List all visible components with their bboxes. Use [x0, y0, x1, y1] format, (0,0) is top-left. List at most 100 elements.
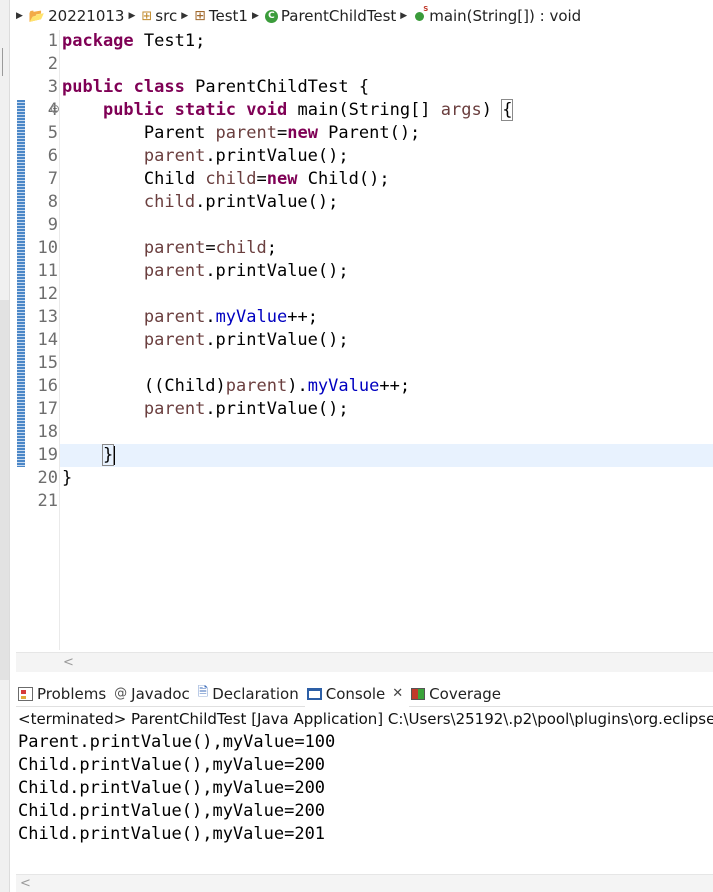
line-number: 1: [47, 31, 58, 51]
console-horizontal-scrollbar[interactable]: <: [16, 874, 713, 892]
variable: parent: [143, 399, 206, 419]
chevron-right-icon[interactable]: ▶: [181, 11, 188, 21]
keyword: public: [62, 77, 124, 97]
variable: child: [205, 169, 257, 189]
code-text: .printValue();: [205, 146, 349, 166]
keyword: new: [266, 169, 298, 189]
tab-console[interactable]: Console ✕: [304, 680, 410, 707]
line-number: 16: [37, 376, 58, 396]
console-icon: [306, 687, 322, 700]
code-line-4[interactable]: 4− public static void main(String[] args…: [48, 99, 713, 122]
javadoc-icon: @: [114, 686, 128, 701]
code-text: }: [62, 468, 73, 488]
chevron-right-icon[interactable]: ▶: [16, 11, 23, 21]
code-line-11[interactable]: 11 parent.printValue();: [38, 260, 713, 283]
code-line-5[interactable]: 5 Parent parent=new Parent();: [48, 122, 713, 145]
code-text: main(String[]: [287, 100, 441, 120]
line-number: 17: [37, 399, 58, 419]
line-number: 9: [47, 215, 58, 235]
editor-horizontal-scrollbar[interactable]: <: [59, 652, 713, 672]
code-line-14[interactable]: 14 parent.printValue();: [38, 329, 713, 352]
code-text: Child();: [297, 169, 390, 189]
code-line-21[interactable]: 21: [38, 490, 713, 513]
keyword: package: [62, 31, 134, 51]
static-method-icon: [415, 5, 428, 21]
line-number: 13: [37, 307, 58, 327]
view-tabs: Problems @ Javadoc 🗎 Declaration Console…: [16, 680, 713, 707]
problems-icon: [18, 686, 33, 701]
chevron-right-icon[interactable]: ▶: [128, 11, 135, 21]
code-text: .printValue();: [205, 261, 349, 281]
matching-brace: {: [501, 99, 514, 121]
variable: parent: [143, 238, 206, 258]
tab-label: Coverage: [429, 684, 502, 703]
breadcrumb-item-class[interactable]: C ParentChildTest: [264, 7, 396, 25]
tab-javadoc[interactable]: @ Javadoc: [112, 681, 196, 707]
code-editor[interactable]: 1 package Test1; 2 3 public class ParentCh…: [16, 30, 713, 650]
tab-label: Declaration: [212, 684, 299, 703]
code-text: =: [276, 123, 288, 143]
code-line-9[interactable]: 9: [48, 214, 713, 237]
code-line-20[interactable]: 20}: [38, 467, 713, 490]
breadcrumb-item-project[interactable]: 📂 20221013: [29, 7, 125, 25]
variable: child: [143, 192, 196, 212]
code-line-13[interactable]: 13 parent.myValue++;: [38, 306, 713, 329]
code-line-2[interactable]: 2: [48, 53, 713, 76]
code-text: Parent: [143, 123, 216, 143]
console-output-line: Parent.printValue(),myValue=100: [18, 732, 336, 752]
code-line-8[interactable]: 8 child.printValue();: [48, 191, 713, 214]
code-line-18[interactable]: 18: [38, 421, 713, 444]
breadcrumb-item-src[interactable]: ⊞ src: [141, 7, 177, 25]
edge-marker: [2, 48, 7, 76]
chevron-right-icon[interactable]: ▶: [400, 11, 407, 21]
code-line-16[interactable]: 16 ((Child)parent).myValue++;: [38, 375, 713, 398]
code-line-6[interactable]: 6 parent.printValue();: [48, 145, 713, 168]
code-area[interactable]: 1 package Test1; 2 3 public class ParentCh…: [38, 30, 713, 650]
code-line-3[interactable]: 3 public class ParentChildTest {: [48, 76, 713, 99]
scroll-left-icon[interactable]: <: [63, 655, 74, 670]
variable: parent: [143, 261, 206, 281]
fold-collapse-icon[interactable]: −: [51, 105, 59, 113]
change-indicator-bar: [17, 100, 25, 467]
code-line-7[interactable]: 7 Child child=new Child();: [48, 168, 713, 191]
declaration-icon: 🗎: [197, 684, 209, 700]
code-text: ((Child): [143, 376, 226, 396]
breadcrumb-label: Test1: [208, 7, 248, 25]
code-text: ++;: [287, 307, 318, 327]
chevron-right-icon[interactable]: ▶: [252, 11, 259, 21]
code-text: .printValue();: [195, 192, 339, 212]
line-number: 3: [47, 77, 58, 97]
tab-declaration[interactable]: 🗎 Declaration: [196, 681, 305, 707]
breadcrumb-item-package[interactable]: ⊞ Test1: [194, 7, 248, 25]
keyword: public: [102, 100, 165, 120]
code-text: =: [205, 238, 216, 258]
variable: parent: [143, 330, 206, 350]
source-folder-icon: ⊞: [141, 8, 153, 24]
code-text: .: [205, 307, 216, 327]
project-folder-icon: 📂: [28, 8, 46, 24]
code-line-10[interactable]: 10 parent=child;: [38, 237, 713, 260]
code-text: Parent();: [317, 123, 421, 143]
code-line-15[interactable]: 15: [38, 352, 713, 375]
tab-problems[interactable]: Problems: [16, 681, 112, 707]
code-text: ).: [287, 376, 308, 396]
close-icon[interactable]: ✕: [392, 686, 403, 701]
scroll-left-icon[interactable]: <: [20, 876, 31, 891]
window-left-edge: [0, 0, 10, 892]
code-line-17[interactable]: 17 parent.printValue();: [38, 398, 713, 421]
package-icon: ⊞: [194, 8, 206, 24]
breadcrumb-item-method[interactable]: main(String[]) : void: [413, 5, 581, 25]
code-line-1[interactable]: 1 package Test1;: [48, 30, 713, 53]
code-text: ;: [266, 238, 277, 258]
console-output[interactable]: Parent.printValue(),myValue=100 Child.pr…: [16, 731, 713, 871]
line-number: 7: [47, 169, 58, 189]
tab-coverage[interactable]: Coverage: [409, 681, 507, 707]
code-line-19[interactable]: 19 }: [38, 444, 713, 467]
line-number: 12: [37, 284, 58, 304]
code-line-12[interactable]: 12: [38, 283, 713, 306]
code-text: .printValue();: [205, 399, 349, 419]
variable: parent: [215, 123, 277, 143]
console-output-line: Child.printValue(),myValue=200: [18, 801, 326, 821]
text-caret: [114, 445, 116, 465]
class-icon: C: [264, 9, 278, 23]
